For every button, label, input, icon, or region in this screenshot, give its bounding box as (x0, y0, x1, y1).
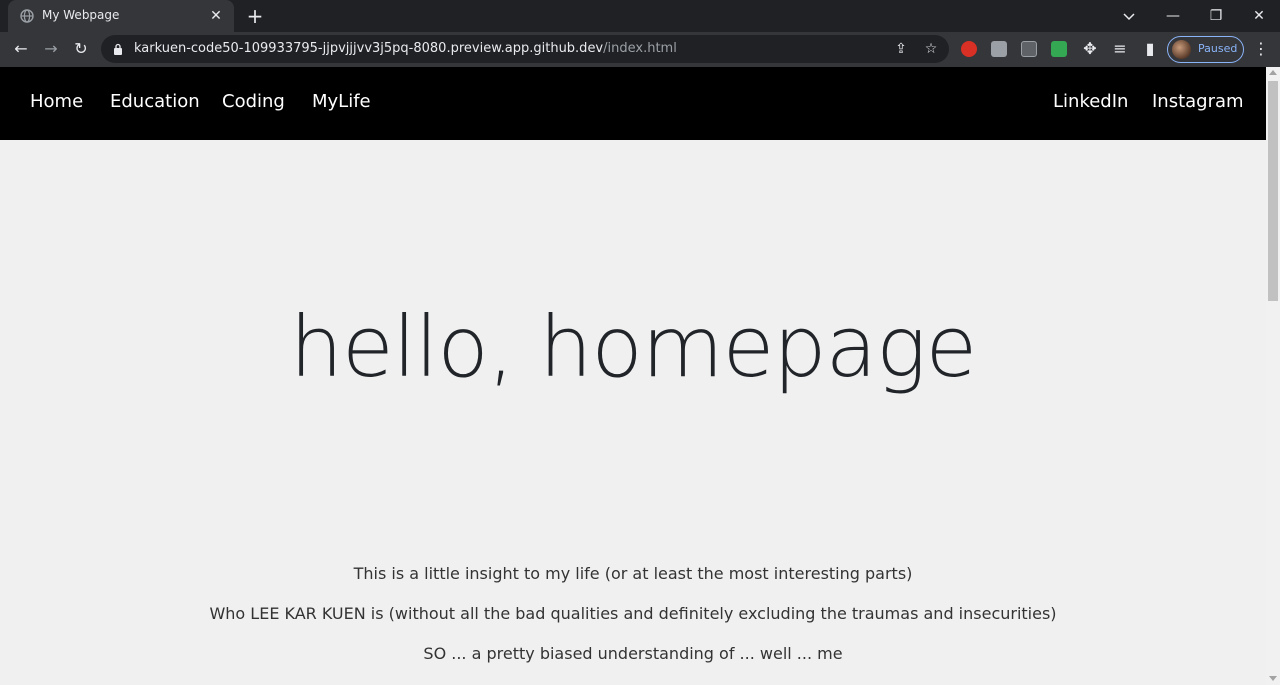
forward-button[interactable]: → (38, 36, 64, 62)
nav-link-coding[interactable]: Coding (222, 91, 285, 112)
page-scrollbar[interactable] (1266, 67, 1280, 685)
nav-link-mylife[interactable]: MyLife (312, 91, 371, 112)
browser-toolbar: ← → ↻ karkuen-code50-109933795-jjpvjjjvv… (0, 32, 1280, 67)
extensions-puzzle-icon[interactable]: ✥ (1077, 36, 1103, 62)
page-viewport: Home Education Coding MyLife LinkedIn In… (0, 67, 1266, 685)
scrollbar-thumb[interactable] (1268, 81, 1278, 301)
new-tab-button[interactable]: + (243, 4, 267, 28)
side-panel-icon[interactable]: ▮ (1137, 36, 1163, 62)
avatar (1172, 40, 1191, 59)
globe-icon (20, 9, 34, 23)
site-navbar: Home Education Coding MyLife LinkedIn In… (0, 67, 1266, 140)
url-text[interactable]: karkuen-code50-109933795-jjpvjjjvv3j5pq-… (134, 41, 677, 56)
url-host: karkuen-code50-109933795-jjpvjjjvv3j5pq-… (134, 41, 604, 56)
intro-line-3: SO ... a pretty biased understanding of … (423, 644, 843, 663)
extension-red-icon[interactable] (961, 41, 977, 57)
bookmark-star-icon[interactable]: ☆ (921, 39, 941, 59)
extension-square-icon[interactable] (1021, 41, 1037, 57)
chevron-down-icon[interactable] (1119, 6, 1139, 26)
nav-link-instagram[interactable]: Instagram (1152, 91, 1244, 112)
scroll-up-icon[interactable] (1269, 70, 1277, 75)
nav-link-home[interactable]: Home (30, 91, 83, 112)
address-bar[interactable]: karkuen-code50-109933795-jjpvjjjvv3j5pq-… (101, 35, 949, 63)
close-window-button[interactable]: ✕ (1238, 0, 1280, 32)
restore-button[interactable]: ❐ (1195, 0, 1237, 32)
lock-icon[interactable] (113, 43, 123, 55)
browser-tab-strip: My Webpage ✕ + — ❐ ✕ (0, 0, 1280, 32)
extension-gray-icon[interactable] (991, 41, 1007, 57)
profile-status: Paused (1198, 42, 1238, 55)
hero-title: hello, homepage (289, 298, 977, 396)
share-icon[interactable]: ⇪ (891, 39, 911, 59)
nav-link-education[interactable]: Education (110, 91, 200, 112)
media-control-icon[interactable]: ≡ (1107, 36, 1133, 62)
chrome-menu-icon[interactable]: ⋮ (1251, 36, 1271, 62)
tab-close-icon[interactable]: ✕ (206, 6, 226, 26)
extension-green-icon[interactable] (1051, 41, 1067, 57)
scroll-down-icon[interactable] (1269, 676, 1277, 681)
minimize-button[interactable]: — (1152, 0, 1194, 32)
back-button[interactable]: ← (8, 36, 34, 62)
tab-title: My Webpage (42, 8, 120, 22)
reload-button[interactable]: ↻ (68, 36, 94, 62)
browser-tab[interactable]: My Webpage ✕ (8, 0, 234, 32)
url-path: /index.html (603, 41, 677, 56)
intro-line-1: This is a little insight to my life (or … (353, 564, 913, 583)
nav-link-linkedin[interactable]: LinkedIn (1053, 91, 1128, 112)
intro-line-2: Who LEE KAR KUEN is (without all the bad… (209, 604, 1057, 623)
profile-button[interactable]: Paused (1167, 36, 1244, 63)
